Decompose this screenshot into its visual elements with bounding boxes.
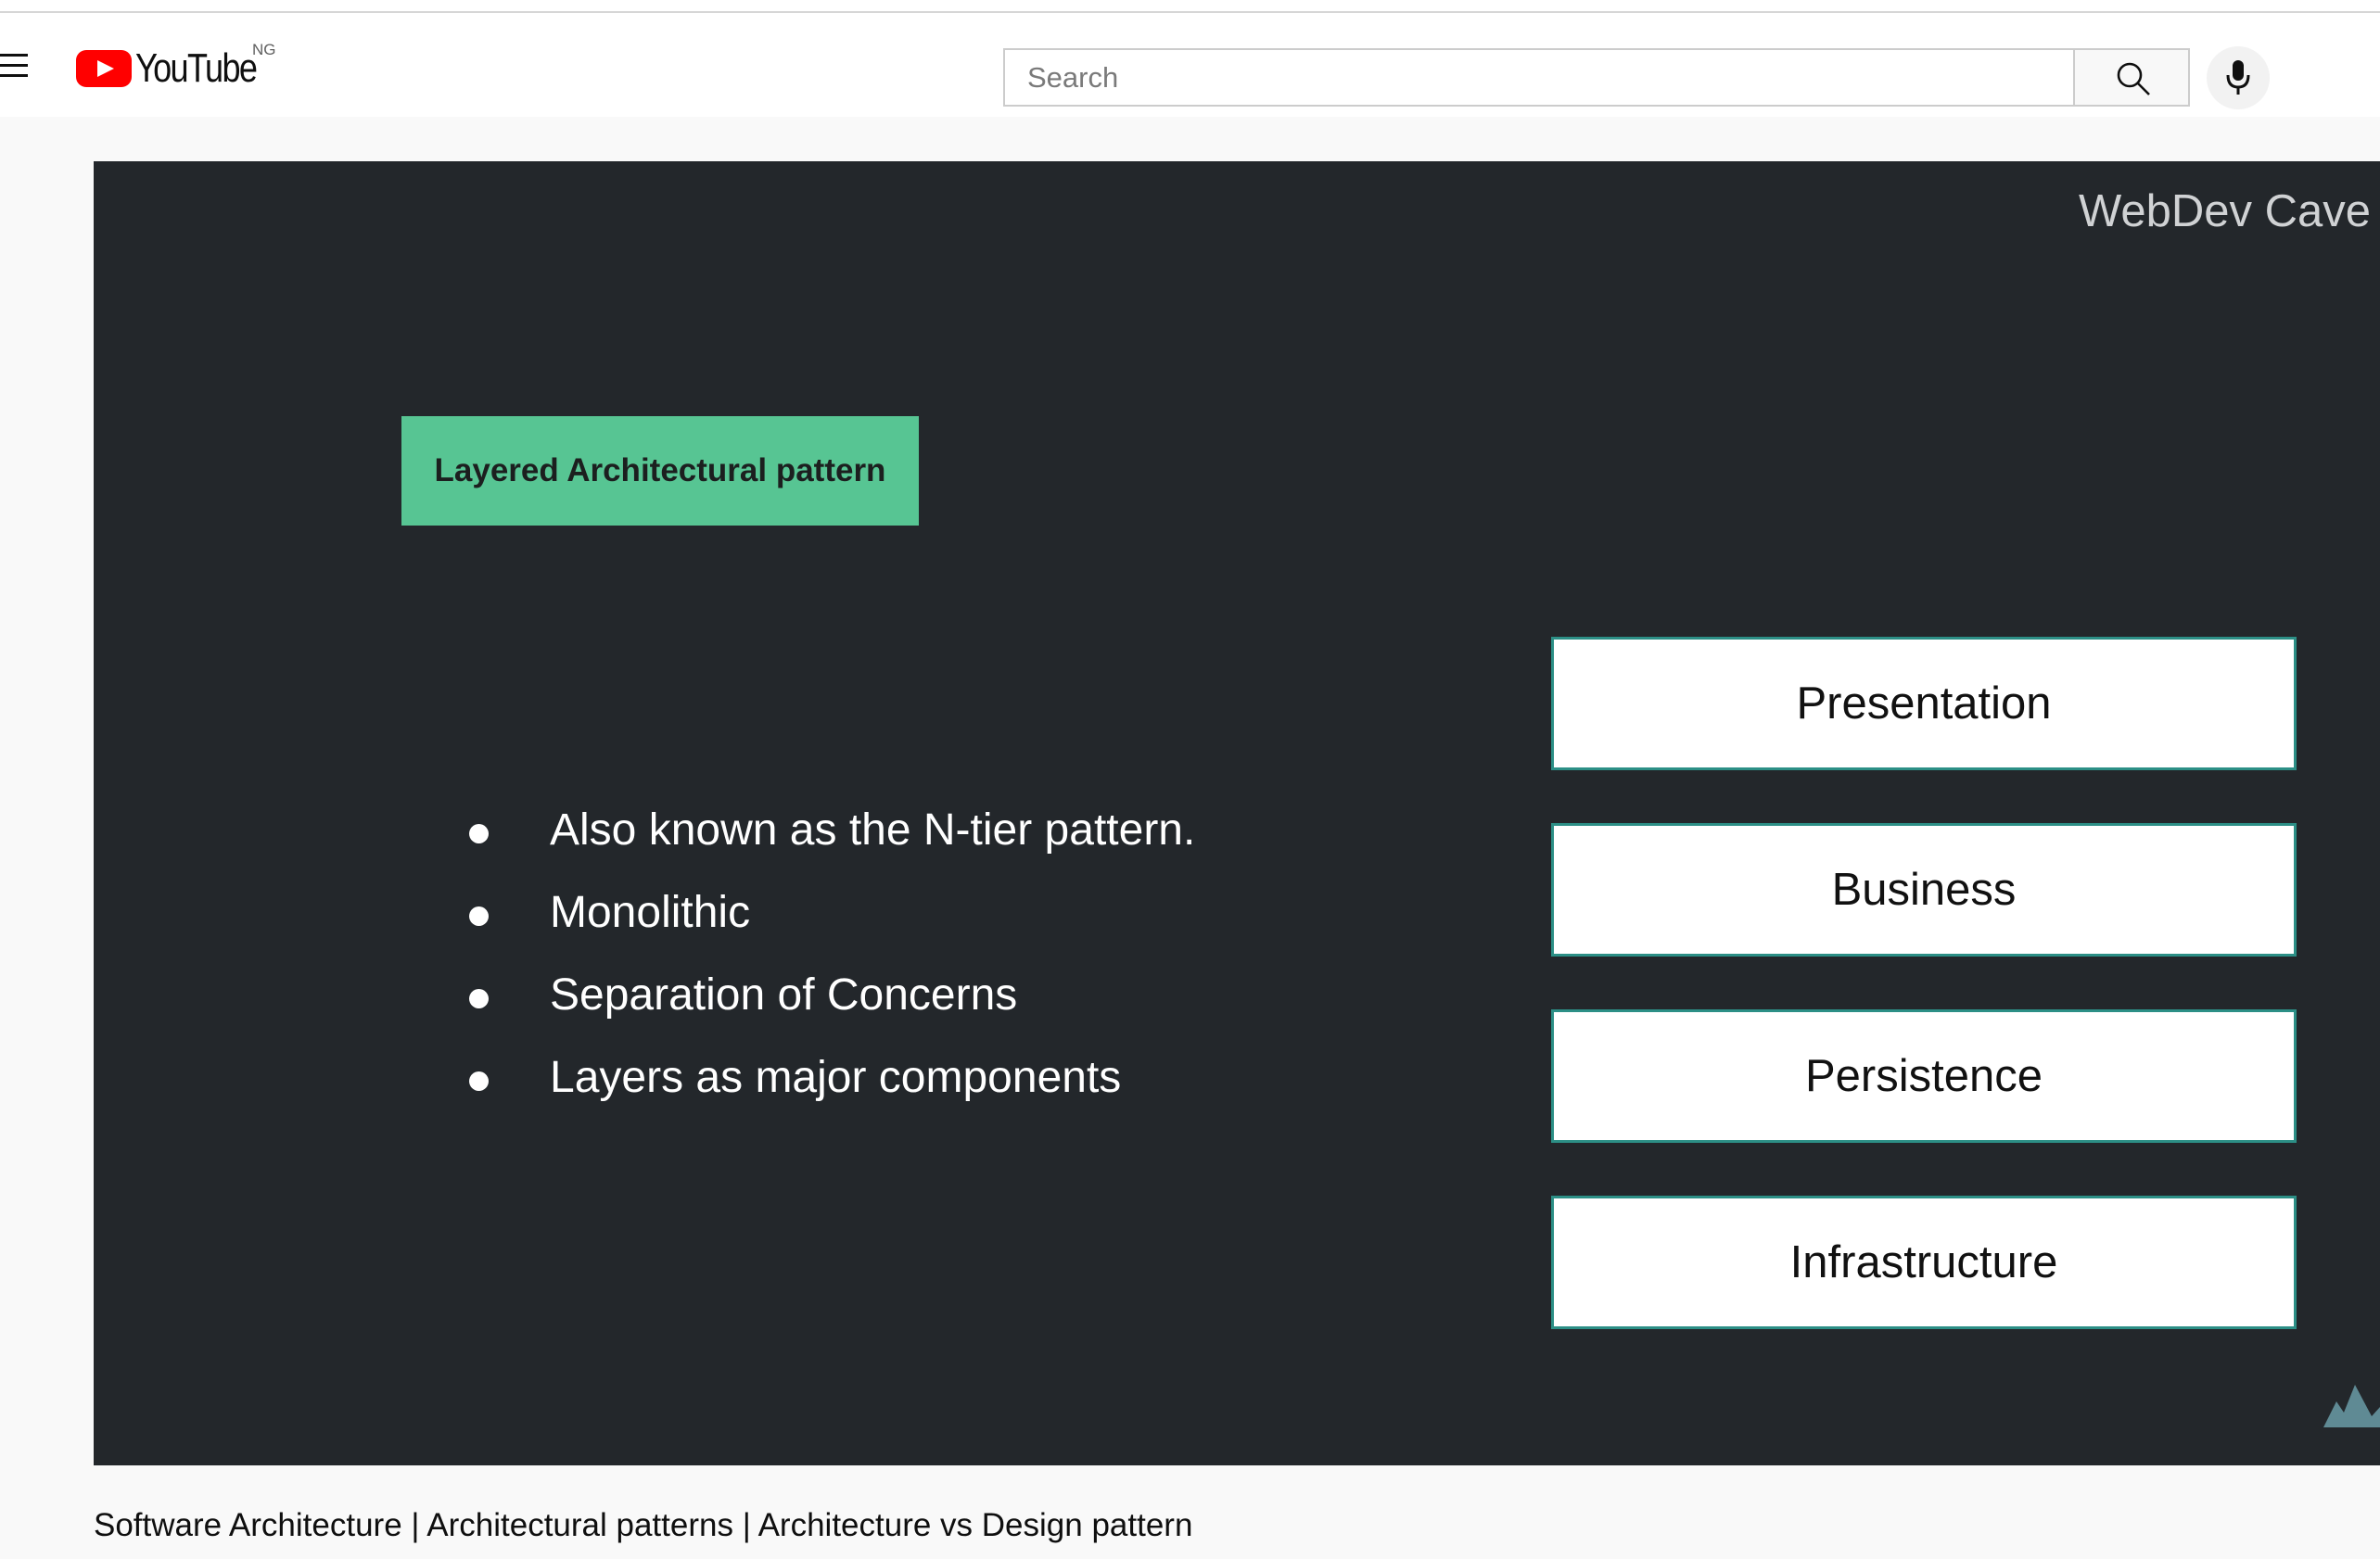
layer-label: Business xyxy=(1831,865,2017,915)
bullet-icon xyxy=(469,989,489,1008)
layer-box-presentation: Presentation xyxy=(1551,637,2297,770)
voice-search-button[interactable] xyxy=(2207,46,2270,109)
channel-watermark: WebDev Cave xyxy=(2079,186,2372,236)
youtube-play-icon xyxy=(76,50,132,87)
bullet-text: Monolithic xyxy=(550,888,751,937)
bullet-text: Also known as the N-tier pattern. xyxy=(550,805,1196,855)
search-button[interactable] xyxy=(2073,48,2190,107)
video-title: Software Architecture | Architectural pa… xyxy=(94,1507,1193,1543)
logo-wordmark: YouTube xyxy=(135,45,258,91)
layer-label: Infrastructure xyxy=(1789,1237,2058,1287)
layer-label: Presentation xyxy=(1796,678,2052,729)
browser-top-edge xyxy=(0,0,2380,13)
bullet-icon xyxy=(469,824,489,843)
layer-box-infrastructure: Infrastructure xyxy=(1551,1196,2297,1329)
bullet-text: Layers as major components xyxy=(550,1053,1122,1102)
microphone-icon xyxy=(2226,60,2250,95)
bullet-text: Separation of Concerns xyxy=(550,970,1018,1020)
layer-box-business: Business xyxy=(1551,823,2297,957)
bullet-icon xyxy=(469,1071,489,1091)
search-box xyxy=(1003,48,2073,107)
slide-title-box: Layered Architectural pattern xyxy=(401,416,919,526)
masthead: YouTube NG xyxy=(0,13,2380,117)
channel-mountain-icon xyxy=(2323,1385,2380,1427)
hamburger-menu-icon[interactable] xyxy=(0,50,32,82)
bullet-icon xyxy=(469,906,489,926)
layer-box-persistence: Persistence xyxy=(1551,1009,2297,1143)
slide-title: Layered Architectural pattern xyxy=(434,452,886,488)
country-code: NG xyxy=(252,41,276,58)
layer-label: Persistence xyxy=(1804,1051,2043,1101)
search-icon xyxy=(2117,62,2150,95)
video-player[interactable]: WebDev Cave Layered Architectural patter… xyxy=(94,161,2380,1465)
search-input[interactable] xyxy=(1005,50,2073,105)
